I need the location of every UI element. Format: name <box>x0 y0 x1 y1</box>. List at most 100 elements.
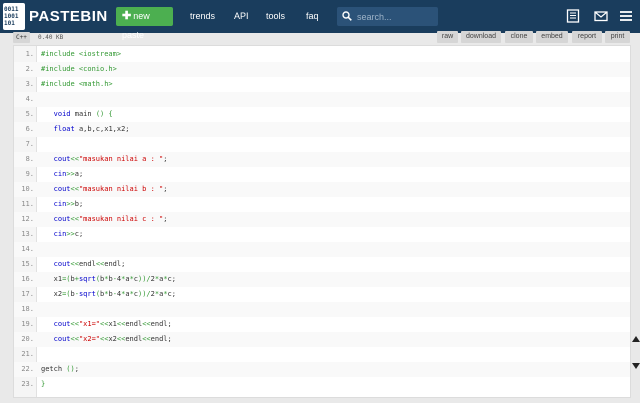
line-number: 23. <box>21 380 34 388</box>
code-token: << <box>70 335 79 343</box>
code-token: ))/ <box>138 290 151 298</box>
search-icon[interactable] <box>342 11 352 21</box>
code-text: #include <math.h> <box>41 77 113 92</box>
code-token: cout <box>53 185 71 193</box>
download-button[interactable]: download <box>461 31 501 43</box>
line-number: 17. <box>21 290 34 298</box>
code-token: cout <box>53 260 71 268</box>
code-line: 21. <box>14 347 630 362</box>
search-box[interactable] <box>337 7 438 26</box>
code-token: ; <box>74 365 79 373</box>
code-token: #include <conio.h> <box>41 65 117 73</box>
code-text: x1=(b+sqrt(b*b-4*a*c))/2*a*c; <box>41 272 176 287</box>
raw-button[interactable]: raw <box>437 31 458 43</box>
archive-icon[interactable] <box>566 9 580 23</box>
code-token: endl; <box>150 335 172 343</box>
code-token: << <box>142 335 151 343</box>
search-input[interactable] <box>357 10 433 23</box>
code-token: cin <box>53 230 67 238</box>
line-number: 1. <box>25 50 34 58</box>
code-token: "x2=" <box>78 335 101 343</box>
code-line: 7. <box>14 137 630 152</box>
code-token: "masukan nilai b : " <box>78 185 164 193</box>
code-token: #include <iostream> <box>41 50 122 58</box>
code-token: ))/ <box>138 275 151 283</box>
code-token: a; <box>74 170 84 178</box>
code-token: b; <box>74 200 84 208</box>
code-token: getch <box>41 365 67 373</box>
code-token: "masukan nilai a : " <box>78 155 164 163</box>
code-line: 16. x1=(b+sqrt(b*b-4*a*c))/2*a*c; <box>14 272 630 287</box>
code-text: cout<<"masukan nilai c : "; <box>41 212 168 227</box>
line-number: 14. <box>21 245 34 253</box>
code-line: 8. cout<<"masukan nilai a : "; <box>14 152 630 167</box>
line-number: 4. <box>25 95 34 103</box>
clone-button[interactable]: clone <box>505 31 533 43</box>
code-text: cin>>c; <box>41 227 84 242</box>
code-token: =( <box>62 290 71 298</box>
menu-icon[interactable] <box>619 9 633 23</box>
code-token: cout <box>53 155 71 163</box>
language-badge[interactable]: C++ <box>13 32 30 43</box>
code-text: float a,b,c,x1,x2; <box>41 122 130 137</box>
code-line: 22. getch (); <box>14 362 630 377</box>
code-token: c; <box>167 290 176 298</box>
code-token: >> <box>66 230 75 238</box>
code-line: 10. cout<<"masukan nilai b : "; <box>14 182 630 197</box>
code-token: endl <box>125 335 143 343</box>
code-panel[interactable]: 1. #include <iostream> 2. #include <conio.h… <box>13 45 631 398</box>
code-token: () <box>66 365 75 373</box>
code-text: #include <iostream> <box>41 47 121 62</box>
code-token: sqrt <box>78 290 96 298</box>
code-token: << <box>70 155 79 163</box>
code-token: float <box>53 125 75 133</box>
mail-icon[interactable] <box>594 9 608 23</box>
code-text: getch (); <box>41 362 79 377</box>
code-token: a,b,c,x1,x2; <box>74 125 130 133</box>
code-token: cout <box>53 215 71 223</box>
nav-api[interactable]: API <box>234 11 249 21</box>
report-button[interactable]: report <box>572 31 602 43</box>
code-token: } <box>41 380 46 388</box>
nav-faq[interactable]: faq <box>306 11 319 21</box>
code-line: 15. cout<<endl<<endl; <box>14 257 630 272</box>
code-line: 14. <box>14 242 630 257</box>
code-line: 17. x2=(b-sqrt(b*b-4*a*c))/2*a*c; <box>14 287 630 302</box>
code-token: "x1=" <box>78 320 101 328</box>
paste-toolbar: C++ 0.40 KB raw download clone embed rep… <box>0 31 640 45</box>
scroll-down-icon[interactable] <box>632 363 640 369</box>
pastebin-logo-icon[interactable]: 0011 1001 101 <box>3 3 25 30</box>
line-number: 15. <box>21 260 34 268</box>
nav-trends[interactable]: trends <box>190 11 215 21</box>
scroll-up-icon[interactable] <box>632 336 640 342</box>
code-text: cout<<"masukan nilai a : "; <box>41 152 168 167</box>
code-text: cout<<"x1="<<x1<<endl<<endl; <box>41 317 172 332</box>
code-token: endl <box>125 320 143 328</box>
print-button[interactable]: print <box>605 31 630 43</box>
embed-button[interactable]: embed <box>536 31 568 43</box>
new-paste-button[interactable]: ✚ new paste <box>116 7 173 40</box>
line-number: 21. <box>21 350 34 358</box>
code-token: cin <box>53 170 67 178</box>
nav-tools[interactable]: tools <box>266 11 285 21</box>
line-number: 22. <box>21 365 34 373</box>
code-line: 3. #include <math.h> <box>14 77 630 92</box>
code-token: << <box>70 260 79 268</box>
code-text: cin>>b; <box>41 197 84 212</box>
code-token: sqrt <box>78 275 96 283</box>
code-token: ; <box>163 185 168 193</box>
code-line: 13. cin>>c; <box>14 227 630 242</box>
code-token: =( <box>62 275 71 283</box>
line-number: 7. <box>25 140 34 148</box>
code-text: cout<<endl<<endl; <box>41 257 126 272</box>
site-logo-text[interactable]: PASTEBIN <box>29 8 108 25</box>
line-number: 19. <box>21 320 34 328</box>
line-number: 5. <box>25 110 34 118</box>
